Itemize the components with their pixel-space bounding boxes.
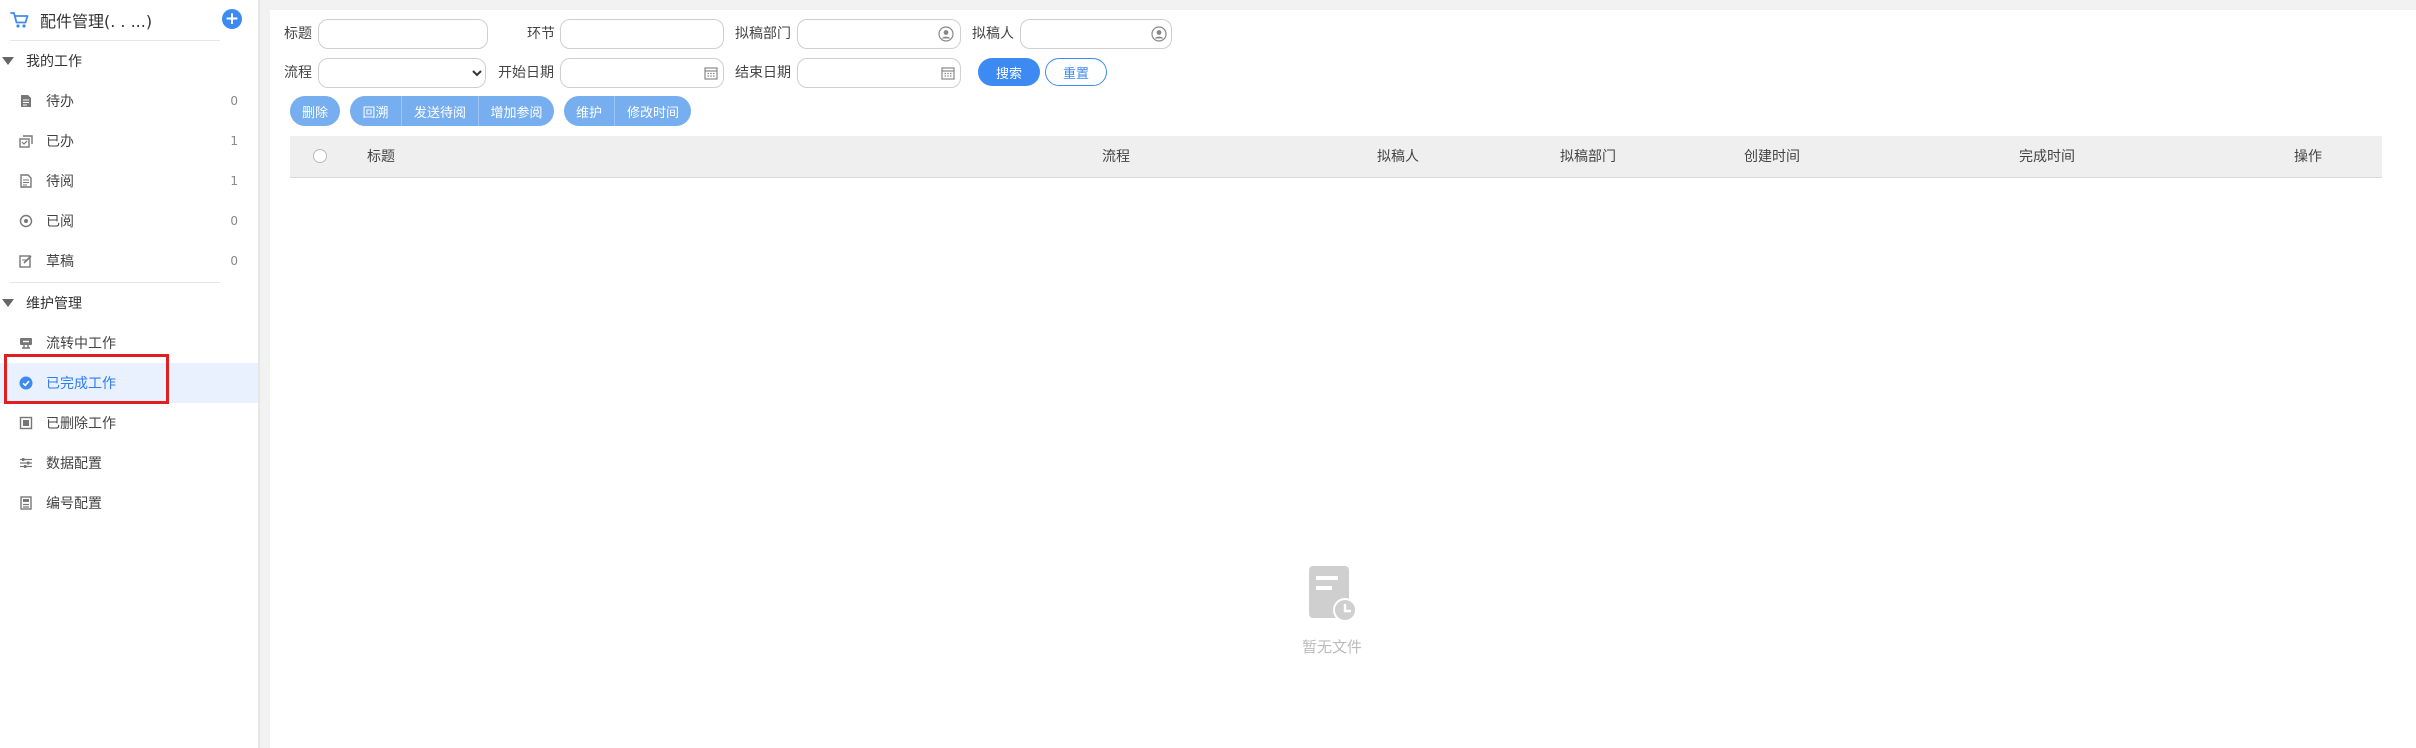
app-title: 配件管理(. . ...) (40, 12, 153, 31)
drafter-label: 拟稿人 (972, 26, 1014, 42)
process-select[interactable] (318, 58, 486, 88)
dept-input[interactable] (797, 19, 961, 49)
delete-button[interactable]: 删除 (290, 96, 340, 126)
caret-down-icon (2, 299, 14, 307)
sidebar-item-done[interactable]: 已办 1 (0, 121, 258, 161)
title-input[interactable] (318, 19, 488, 49)
sidebar-item-label: 已完成工作 (46, 376, 116, 392)
sidebar-item-label: 已阅 (46, 214, 74, 230)
sliders-icon (19, 456, 33, 470)
column-header-dept[interactable]: 拟稿部门 (1560, 136, 1616, 178)
calendar-icon[interactable] (703, 65, 719, 81)
delete-group: 删除 (290, 96, 340, 126)
sidebar-item-label: 待阅 (46, 174, 74, 190)
reset-button[interactable]: 重置 (1045, 58, 1107, 86)
sidebar-item-label: 编号配置 (46, 496, 102, 512)
sidebar: 配件管理(. . ...) + 我的工作 待办 0 已办 1 待阅 1 已阅 0… (0, 0, 260, 748)
empty-state: 暂无文件 (1296, 564, 1368, 657)
node-input[interactable] (560, 19, 724, 49)
eye-icon (19, 214, 33, 228)
sidebar-item-read[interactable]: 已阅 0 (0, 201, 258, 241)
sidebar-item-label: 数据配置 (46, 456, 102, 472)
column-header-actions: 操作 (2294, 149, 2322, 165)
trash-box-icon (19, 416, 33, 430)
empty-file-icon (1309, 566, 1357, 622)
caret-down-icon (2, 57, 14, 65)
add-reader-button[interactable]: 增加参阅 (478, 96, 554, 126)
sidebar-item-label: 已删除工作 (46, 416, 116, 432)
sidebar-item-draft[interactable]: 草稿 0 (0, 241, 258, 281)
sidebar-item-label: 待办 (46, 94, 74, 110)
sidebar-item-todo[interactable]: 待办 0 (0, 81, 258, 121)
sidebar-item-label: 草稿 (46, 254, 74, 270)
user-icon[interactable] (1151, 26, 1167, 42)
group-label: 维护管理 (26, 296, 82, 312)
maintain-button[interactable]: 维护 (564, 96, 614, 126)
check-circle-icon (19, 376, 33, 390)
sidebar-item-number-config[interactable]: 编号配置 (0, 483, 258, 523)
count-badge: 0 (230, 214, 238, 228)
sidebar-item-data-config[interactable]: 数据配置 (0, 443, 258, 483)
end-date-label: 结束日期 (735, 65, 791, 81)
calendar-icon[interactable] (940, 65, 956, 81)
stack-icon (19, 134, 33, 148)
maintain-group: 维护 修改时间 (564, 96, 691, 126)
group-my-work[interactable]: 我的工作 (0, 41, 260, 81)
dept-label: 拟稿部门 (735, 26, 791, 42)
file-text-icon (19, 174, 33, 188)
process-label: 流程 (284, 65, 312, 81)
select-all-checkbox[interactable] (313, 149, 327, 163)
start-date-input[interactable] (560, 58, 724, 88)
count-badge: 1 (230, 134, 238, 148)
sidebar-item-label: 流转中工作 (46, 336, 116, 352)
recall-button[interactable]: 回溯 (350, 96, 401, 126)
sidebar-item-to-read[interactable]: 待阅 1 (0, 161, 258, 201)
draft-icon (19, 254, 33, 268)
count-badge: 1 (230, 174, 238, 188)
column-header-drafter[interactable]: 拟稿人 (1377, 136, 1419, 178)
count-badge: 0 (230, 94, 238, 108)
column-header-completed[interactable]: 完成时间 (2019, 136, 2075, 178)
modify-time-button[interactable]: 修改时间 (614, 96, 691, 126)
document-icon (19, 94, 33, 108)
action-group: 回溯 发送待阅 增加参阅 (350, 96, 554, 126)
user-icon[interactable] (938, 26, 954, 42)
table-header: 标题 流程 拟稿人 拟稿部门 创建时间 完成时间 操作 (290, 136, 2382, 178)
node-label: 环节 (527, 26, 555, 42)
cart-icon (10, 12, 29, 28)
title-label: 标题 (284, 26, 312, 42)
app-window: 配件管理(. . ...) + 我的工作 待办 0 已办 1 待阅 1 已阅 0… (0, 0, 2416, 748)
group-maintenance[interactable]: 维护管理 (0, 283, 260, 323)
sidebar-item-completed[interactable]: 已完成工作 (0, 363, 258, 403)
column-header-created[interactable]: 创建时间 (1744, 136, 1800, 178)
send-read-button[interactable]: 发送待阅 (401, 96, 478, 126)
column-header-title[interactable]: 标题 (367, 136, 395, 178)
end-date-input[interactable] (797, 58, 961, 88)
group-label: 我的工作 (26, 54, 82, 70)
calculator-icon (19, 496, 33, 510)
sidebar-item-deleted[interactable]: 已删除工作 (0, 403, 258, 443)
empty-text: 暂无文件 (1301, 638, 1362, 656)
column-header-process[interactable]: 流程 (1102, 136, 1130, 178)
sidebar-header: 配件管理(. . ...) + (0, 0, 260, 40)
count-badge: 0 (230, 254, 238, 268)
sidebar-item-label: 已办 (46, 134, 74, 150)
flow-icon (19, 336, 33, 350)
search-button[interactable]: 搜索 (978, 58, 1040, 86)
start-date-label: 开始日期 (498, 65, 554, 81)
add-button[interactable]: + (222, 9, 242, 29)
drafter-input[interactable] (1020, 19, 1172, 49)
sidebar-item-in-progress[interactable]: 流转中工作 (0, 323, 258, 363)
